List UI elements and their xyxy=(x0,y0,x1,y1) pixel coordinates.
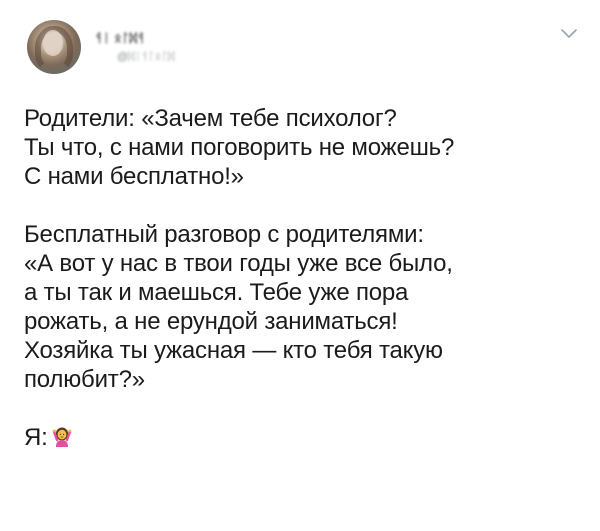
tweet-paragraph-parents: Родители: «Зачем тебе психолог? Ты что, … xyxy=(24,105,455,190)
tweet-text: Родители: «Зачем тебе психолог? Ты что, … xyxy=(24,104,584,452)
me-label: Я: xyxy=(24,424,48,451)
tweet-header: ᛩᛁ ᛟᛚᛞᛩ @ᛞᛁᛩᛚᛟᛚᛞ xyxy=(27,20,580,80)
woman-shrugging-emoji-icon xyxy=(52,427,72,447)
avatar-face xyxy=(43,30,63,56)
tweet-card: ᛩᛁ ᛟᛚᛞᛩ @ᛞᛁᛩᛚᛟᛚᛞ Родители: «Зачем тебе п… xyxy=(0,0,600,531)
tweet-paragraph-me: Я: xyxy=(24,423,584,452)
avatar[interactable] xyxy=(27,20,81,74)
author-handle[interactable]: @ᛞᛁᛩᛚᛟᛚᛞ xyxy=(117,51,174,63)
chevron-down-icon[interactable] xyxy=(560,26,578,40)
author-display-name[interactable]: ᛩᛁ ᛟᛚᛞᛩ xyxy=(95,31,145,45)
tweet-paragraph-conversation: Бесплатный разговор с родителями: «А вот… xyxy=(24,221,453,393)
